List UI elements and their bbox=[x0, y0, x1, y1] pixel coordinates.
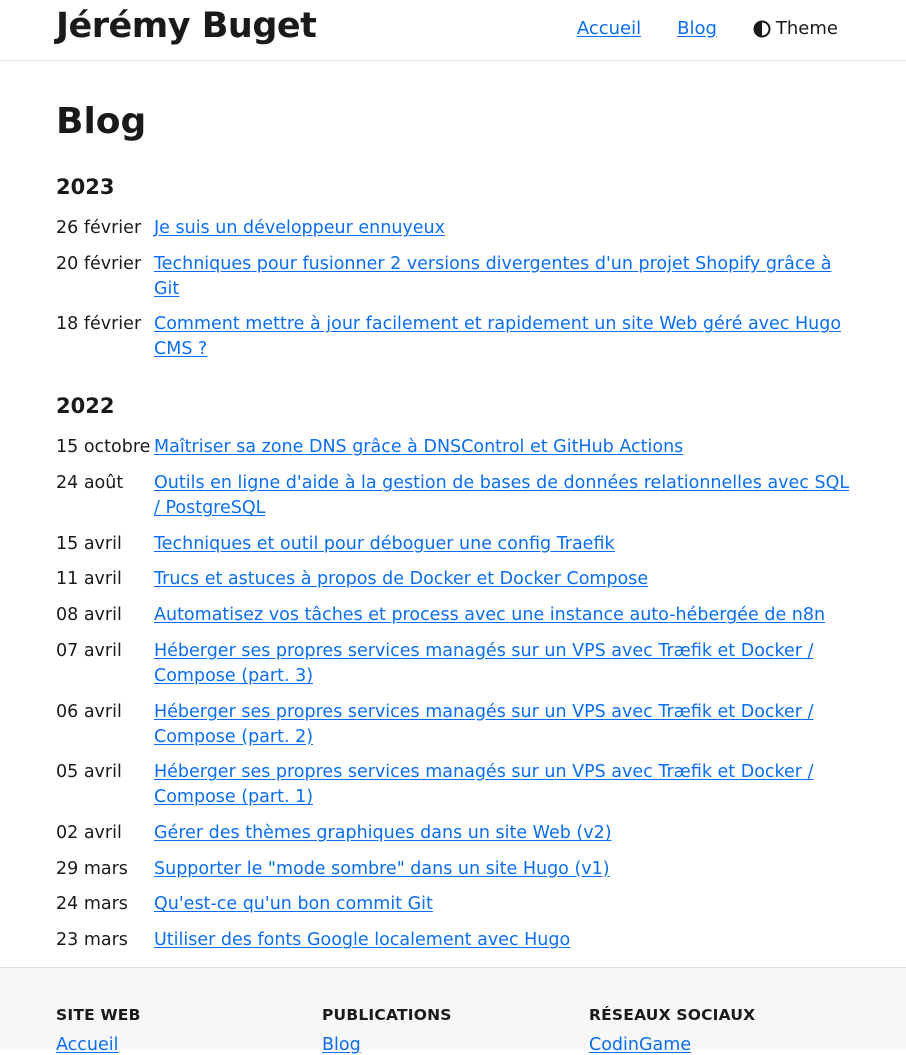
list-item: 06 avril Héberger ses propres services m… bbox=[56, 700, 856, 750]
list-item: 18 février Comment mettre à jour facilem… bbox=[56, 312, 856, 362]
post-link[interactable]: Maîtriser sa zone DNS grâce à DNSControl… bbox=[154, 435, 856, 460]
post-link[interactable]: Gérer des thèmes graphiques dans un site… bbox=[154, 821, 856, 846]
year-heading-2022: 2022 bbox=[56, 394, 115, 419]
post-link[interactable]: Techniques et outil pour déboguer une co… bbox=[154, 532, 856, 557]
footer-link-codingame[interactable]: CodinGame bbox=[589, 1035, 755, 1055]
theme-toggle-label: Theme bbox=[775, 18, 838, 39]
nav-link-accueil[interactable]: Accueil bbox=[577, 18, 641, 39]
list-item: 07 avril Héberger ses propres services m… bbox=[56, 639, 856, 689]
post-link[interactable]: Automatisez vos tâches et process avec u… bbox=[154, 603, 856, 628]
post-link[interactable]: Outils en ligne d'aide à la gestion de b… bbox=[154, 471, 856, 521]
post-list-2023: 26 février Je suis un développeur ennuye… bbox=[56, 216, 856, 362]
post-date: 08 avril bbox=[56, 605, 122, 626]
post-date: 05 avril bbox=[56, 762, 122, 783]
post-link[interactable]: Supporter le "mode sombre" dans un site … bbox=[154, 857, 856, 882]
post-date: 07 avril bbox=[56, 640, 122, 661]
post-date: 26 février bbox=[56, 218, 142, 238]
post-date: 24 août bbox=[56, 473, 124, 494]
post-date: 24 mars bbox=[56, 894, 128, 915]
list-item: 11 avril Trucs et astuces à propos de Do… bbox=[56, 567, 856, 592]
post-link[interactable]: Héberger ses propres services managés su… bbox=[154, 639, 856, 689]
footer-link-blog[interactable]: Blog bbox=[322, 1035, 452, 1055]
list-item: 23 mars Utiliser des fonts Google locale… bbox=[56, 928, 856, 953]
site-footer: SITE WEB Accueil PUBLICATIONS Blog RÉSEA… bbox=[0, 967, 906, 1055]
list-item: 24 mars Qu'est-ce qu'un bon commit Git bbox=[56, 892, 856, 917]
post-date: 18 février bbox=[56, 314, 142, 335]
footer-column-reseaux-sociaux: RÉSEAUX SOCIAUX CodinGame bbox=[589, 1006, 755, 1055]
main-nav: Accueil Blog Theme bbox=[577, 18, 838, 39]
list-item: 24 août Outils en ligne d'aide à la gest… bbox=[56, 471, 856, 521]
blog-main: Blog 2023 26 février Je suis un développ… bbox=[56, 98, 856, 974]
half-circle-contrast-icon bbox=[753, 20, 771, 37]
post-date: 20 février bbox=[56, 253, 142, 274]
list-item: 02 avril Gérer des thèmes graphiques dan… bbox=[56, 821, 856, 846]
post-link[interactable]: Je suis un développeur ennuyeux bbox=[154, 216, 856, 241]
post-date: 15 octobre bbox=[56, 437, 151, 458]
post-date: 02 avril bbox=[56, 822, 122, 843]
list-item: 15 avril Techniques et outil pour débogu… bbox=[56, 532, 856, 557]
list-item: 05 avril Héberger ses propres services m… bbox=[56, 760, 856, 810]
post-link[interactable]: Héberger ses propres services managés su… bbox=[154, 760, 856, 810]
post-date: 15 avril bbox=[56, 533, 122, 554]
list-item: 08 avril Automatisez vos tâches et proce… bbox=[56, 603, 856, 628]
footer-heading: RÉSEAUX SOCIAUX bbox=[589, 1006, 756, 1024]
list-item: 20 février Techniques pour fusionner 2 v… bbox=[56, 252, 856, 302]
post-link[interactable]: Comment mettre à jour facilement et rapi… bbox=[154, 312, 856, 362]
post-list-2022: 15 octobre Maîtriser sa zone DNS grâce à… bbox=[56, 435, 856, 963]
list-item: 26 février Je suis un développeur ennuye… bbox=[56, 216, 856, 241]
post-date: 11 avril bbox=[56, 569, 122, 590]
post-date: 06 avril bbox=[56, 701, 122, 722]
nav-link-blog[interactable]: Blog bbox=[677, 18, 717, 39]
list-item: 29 mars Supporter le "mode sombre" dans … bbox=[56, 857, 856, 882]
post-link[interactable]: Techniques pour fusionner 2 versions div… bbox=[154, 252, 856, 302]
footer-link-accueil[interactable]: Accueil bbox=[56, 1035, 141, 1055]
list-item: 15 octobre Maîtriser sa zone DNS grâce à… bbox=[56, 435, 856, 460]
post-link[interactable]: Trucs et astuces à propos de Docker et D… bbox=[154, 567, 856, 592]
footer-heading: SITE WEB bbox=[56, 1006, 141, 1024]
page-title: Blog bbox=[56, 101, 147, 142]
post-link[interactable]: Utiliser des fonts Google localement ave… bbox=[154, 928, 856, 953]
post-link[interactable]: Héberger ses propres services managés su… bbox=[154, 700, 856, 750]
site-header: Jérémy Buget Accueil Blog Theme bbox=[0, 0, 906, 61]
footer-heading: PUBLICATIONS bbox=[322, 1006, 452, 1024]
post-date: 23 mars bbox=[56, 929, 128, 950]
footer-column-publications: PUBLICATIONS Blog bbox=[322, 1006, 452, 1055]
year-heading-2023: 2023 bbox=[56, 175, 115, 199]
footer-column-site-web: SITE WEB Accueil bbox=[56, 1006, 141, 1055]
theme-toggle-button[interactable]: Theme bbox=[753, 18, 838, 39]
site-brand[interactable]: Jérémy Buget bbox=[56, 6, 317, 46]
post-date: 29 mars bbox=[56, 858, 128, 879]
post-link[interactable]: Qu'est-ce qu'un bon commit Git bbox=[154, 892, 856, 917]
